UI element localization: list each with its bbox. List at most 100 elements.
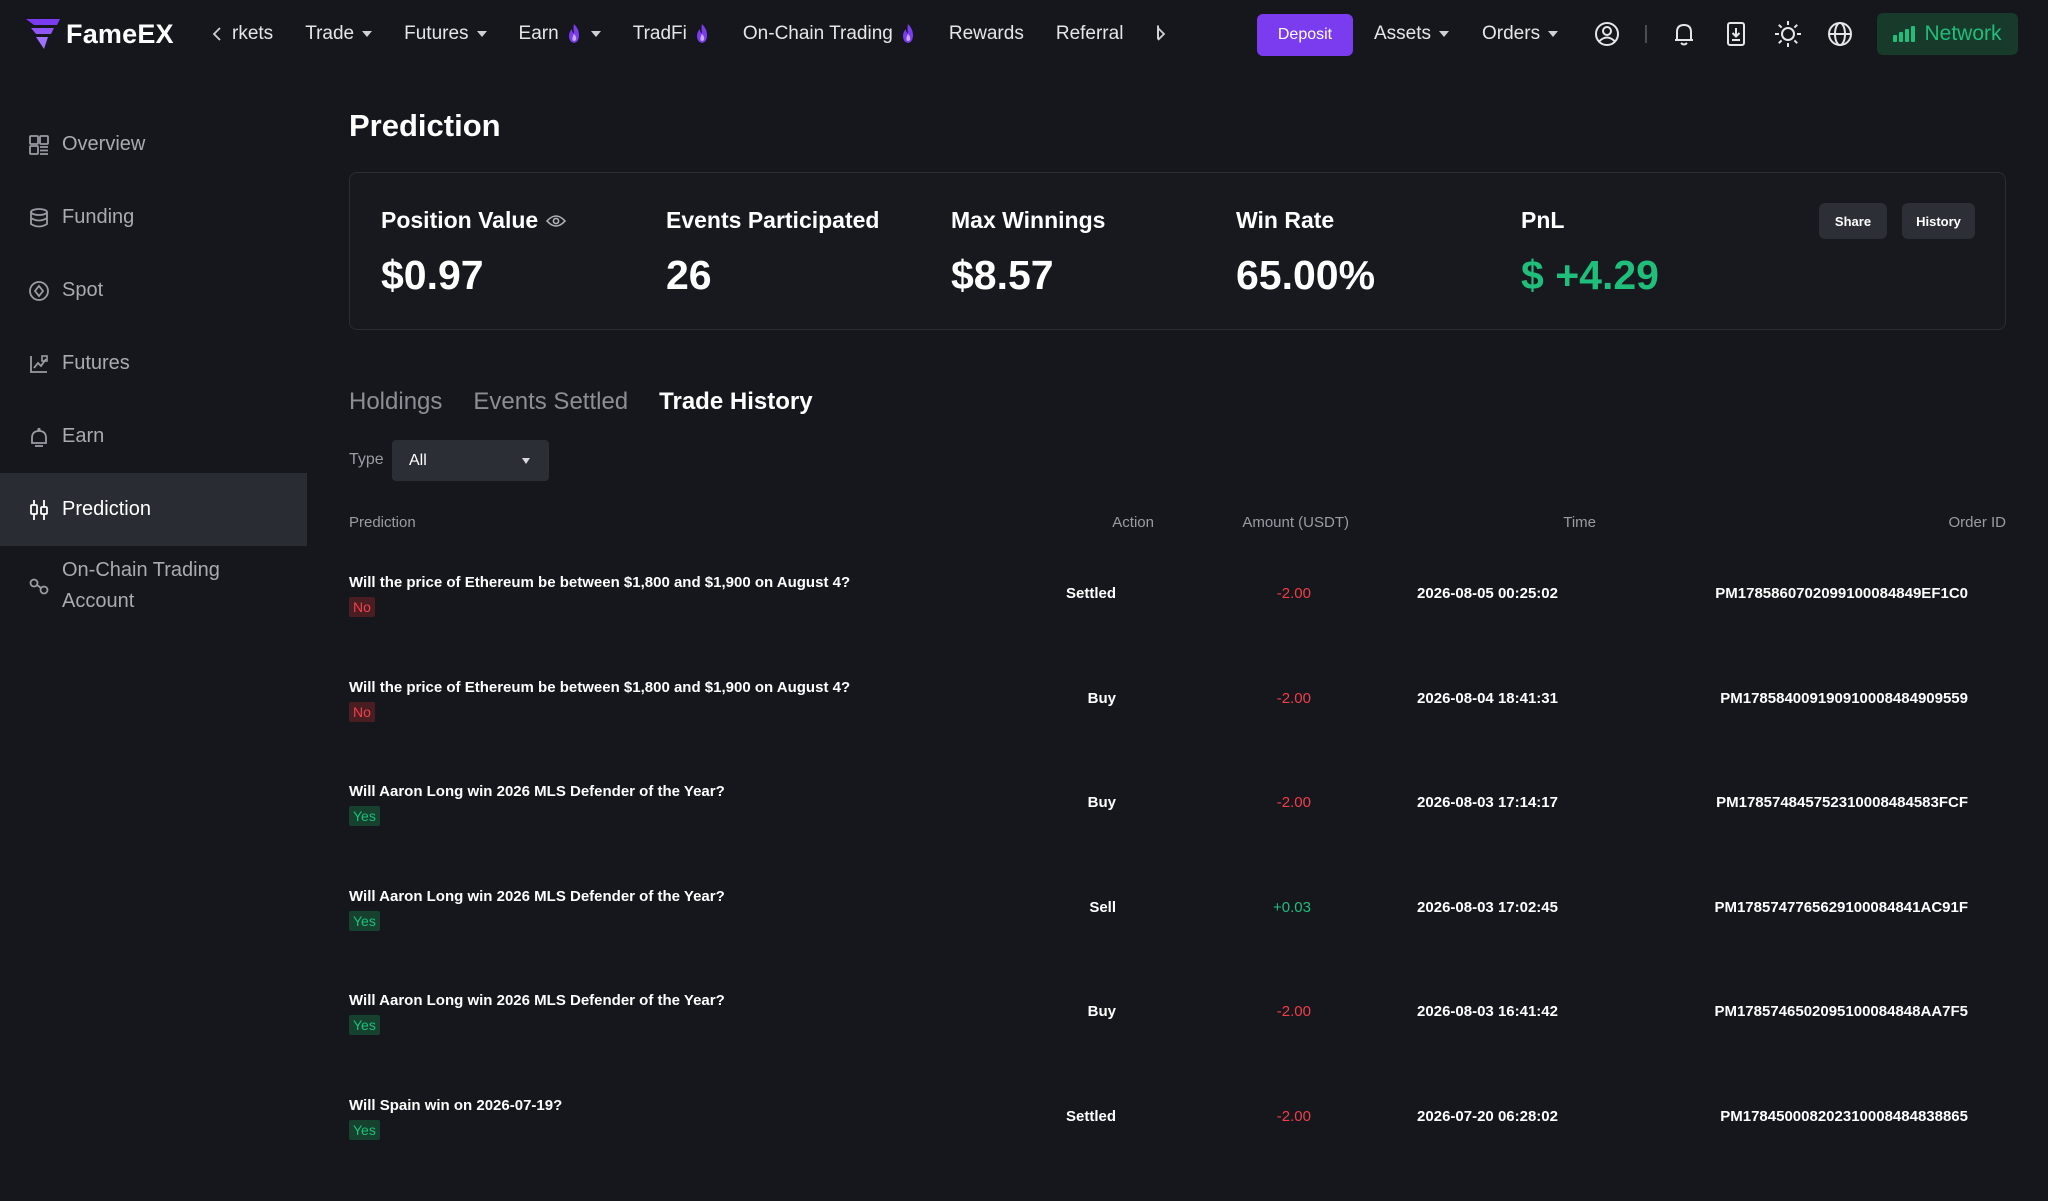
time-cell: 2026-08-05 00:25:02 [1417,585,1558,602]
sidebar-item-label: Earn [62,425,105,447]
deposit-button[interactable]: Deposit [1257,14,1353,56]
chevron-down-icon [590,31,601,37]
outcome-badge: Yes [349,806,380,826]
hot-fire-icon [559,23,583,45]
header-action: Action [1112,514,1154,531]
prediction-question[interactable]: Will Aaron Long win 2026 MLS Defender of… [349,888,725,905]
table-row[interactable]: Will Aaron Long win 2026 MLS Defender of… [349,888,2008,992]
nav-item-label: Earn [518,23,559,44]
fameex-logo-icon [26,19,60,49]
max-winnings-value: $8.57 [951,252,1054,298]
events-participated-value: 26 [666,252,712,298]
amount-cell: -2.00 [1276,1003,1311,1020]
nav-item-referral[interactable]: Referral [1056,23,1124,45]
share-button[interactable]: Share [1819,203,1887,239]
sidebar-item-on-chain-trading-account[interactable]: On-Chain Trading Account [0,546,307,626]
nav-item-label: Trade [305,23,355,44]
time-cell: 2026-08-03 17:02:45 [1417,899,1558,916]
header-amount: Amount (USDT) [1242,514,1349,531]
sidebar-item-spot[interactable]: Spot [0,254,307,327]
eye-icon[interactable] [546,214,567,228]
table-row[interactable]: Will the price of Ethereum be between $1… [349,679,2008,783]
sidebar-item-prediction[interactable]: Prediction [0,473,307,546]
hot-fire-icon [687,23,711,45]
action-cell: Buy [1087,690,1116,707]
stat-label: Position Value [381,207,567,234]
nav-scroll-left-icon[interactable] [204,14,232,54]
sidebar-item-label: On-Chain Trading Account [62,559,220,612]
assets-label: Assets [1374,23,1432,44]
fameex-logo[interactable]: FameEX [24,17,204,51]
amount-cell: -2.00 [1276,585,1311,602]
table-row[interactable]: Will Aaron Long win 2026 MLS Defender of… [349,992,2008,1096]
sidebar-item-funding[interactable]: Funding [0,181,307,254]
action-cell: Sell [1089,899,1116,916]
prediction-question[interactable]: Will the price of Ethereum be between $1… [349,574,850,591]
max-winnings-label: Max Winnings [951,207,1106,233]
sun-icon[interactable] [1774,20,1802,48]
nav-item-label: TradFi [632,23,687,44]
type-select-value: All [409,451,427,469]
prediction-icon [28,499,50,521]
time-cell: 2026-08-04 18:41:31 [1417,690,1558,707]
table-row[interactable]: Will the price of Ethereum be between $1… [349,574,2008,678]
tab-holdings[interactable]: Holdings [349,388,442,416]
chevron-down-icon [1439,31,1450,37]
events-participated-label: Events Participated [666,207,880,233]
sidebar-item-earn[interactable]: Earn [0,400,307,473]
chevron-down-icon [476,31,487,37]
futures-icon [28,353,50,375]
nav-item-trade[interactable]: Trade [305,23,373,45]
prediction-question[interactable]: Will Spain win on 2026-07-19? [349,1097,562,1114]
earn-icon [28,426,50,448]
prediction-question[interactable]: Will Aaron Long win 2026 MLS Defender of… [349,783,725,800]
nav-scroll-right-icon[interactable] [1146,14,1174,54]
nav-items: rkets Trade Futures Earn TradFi On-Chain Trad… [232,0,1193,68]
prediction-question[interactable]: Will Aaron Long win 2026 MLS Defender of… [349,992,725,1009]
history-button[interactable]: History [1902,203,1975,239]
position-value: $0.97 [381,252,484,298]
assets-menu[interactable]: Assets [1374,0,1450,68]
nav-item-rkets[interactable]: rkets [232,23,273,45]
table-row[interactable]: Will Aaron Long win 2026 MLS Defender of… [349,783,2008,887]
prediction-question[interactable]: Will the price of Ethereum be between $1… [349,679,850,696]
nav-item-label: rkets [232,23,274,44]
brand-name: FameEX [66,18,174,49]
nav-item-tradfi[interactable]: TradFi [633,23,711,45]
divider [1645,25,1647,43]
table-row[interactable]: Will Spain win on 2026-07-19? Yes Settled -… [349,1097,2008,1201]
globe-icon[interactable] [1826,20,1854,48]
nav-item-label: Rewards [948,23,1024,44]
win-rate-label: Win Rate [1236,207,1335,233]
outcome-badge: No [349,597,375,617]
download-app-icon[interactable] [1722,20,1750,48]
orders-menu[interactable]: Orders [1482,0,1559,68]
tab-events-settled[interactable]: Events Settled [473,388,628,416]
nav-item-on-chain-trading[interactable]: On-Chain Trading [743,23,917,45]
chevron-down-icon [362,31,373,37]
nav-item-earn[interactable]: Earn [519,23,601,45]
stat-win-rate: Win Rate 65.00% [1236,207,1375,299]
sidebar-item-label: Funding [62,206,135,228]
sidebar-item-futures[interactable]: Futures [0,327,307,400]
stats-card: Position Value $0.97 Events Participated… [349,172,2006,330]
type-select[interactable]: All [392,440,549,481]
sidebar-item-overview[interactable]: Overview [0,108,307,181]
stat-position-value: Position Value $0.97 [381,207,567,299]
outcome-badge: Yes [349,1015,380,1035]
amount-cell: -2.00 [1276,794,1311,811]
network-label: Network [1924,22,2002,45]
signal-icon [1893,26,1917,42]
network-button[interactable]: Network [1877,13,2018,55]
action-cell: Buy [1087,794,1116,811]
tab-trade-history[interactable]: Trade History [659,388,812,416]
on-chain-icon [28,575,50,597]
nav-item-rewards[interactable]: Rewards [949,23,1024,45]
bell-icon[interactable] [1670,20,1698,48]
sidebar-item-label: Futures [62,352,130,374]
win-rate-value: 65.00% [1236,252,1376,298]
user-circle-icon[interactable] [1593,20,1621,48]
time-cell: 2026-08-03 16:41:42 [1417,1003,1558,1020]
pnl-label: PnL [1521,207,1565,233]
nav-item-futures[interactable]: Futures [404,23,487,45]
